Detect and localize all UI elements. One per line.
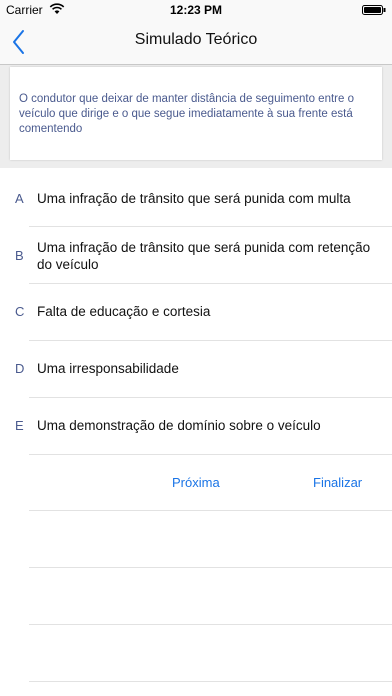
question-card: O condutor que deixar de manter distânci… (10, 67, 382, 160)
answer-text: Falta de educação e cortesia (37, 304, 211, 319)
answer-text: Uma demonstração de domínio sobre o veíc… (37, 418, 321, 433)
answer-text: Uma irresponsabilidade (37, 361, 179, 376)
answer-text: Uma infração de trânsito que será punida… (37, 240, 371, 272)
answer-option-c[interactable]: C Falta de educação e cortesia (0, 284, 392, 340)
page-title: Simulado Teórico (134, 31, 258, 48)
answer-letter: C (15, 304, 25, 319)
answer-text: Uma infração de trânsito que será punida… (37, 191, 351, 206)
divider (29, 624, 392, 625)
question-text: O condutor que deixar de manter distânci… (19, 93, 354, 135)
answer-letter: B (15, 248, 24, 263)
answer-list: A Uma infração de trânsito que será puni… (0, 168, 392, 696)
status-bar: Carrier 12:23 PM (0, 0, 392, 20)
divider (29, 681, 392, 682)
answer-letter: A (15, 191, 24, 206)
status-time: 12:23 PM (169, 3, 223, 17)
next-button[interactable]: Próxima (172, 475, 220, 490)
answer-option-b[interactable]: B Uma infração de trânsito que será puni… (0, 227, 392, 284)
divider (29, 510, 392, 511)
answer-option-a[interactable]: A Uma infração de trânsito que será puni… (0, 168, 392, 226)
divider (29, 567, 392, 568)
divider (29, 454, 392, 455)
answer-letter: D (15, 361, 25, 376)
answer-option-e[interactable]: E Uma demonstração de domínio sobre o ve… (0, 398, 392, 454)
answer-letter: E (15, 418, 24, 433)
navigation-bar: Simulado Teórico (0, 20, 392, 65)
answer-option-d[interactable]: D Uma irresponsabilidade (0, 341, 392, 397)
finish-button[interactable]: Finalizar (313, 475, 362, 490)
battery-icon (362, 5, 386, 15)
